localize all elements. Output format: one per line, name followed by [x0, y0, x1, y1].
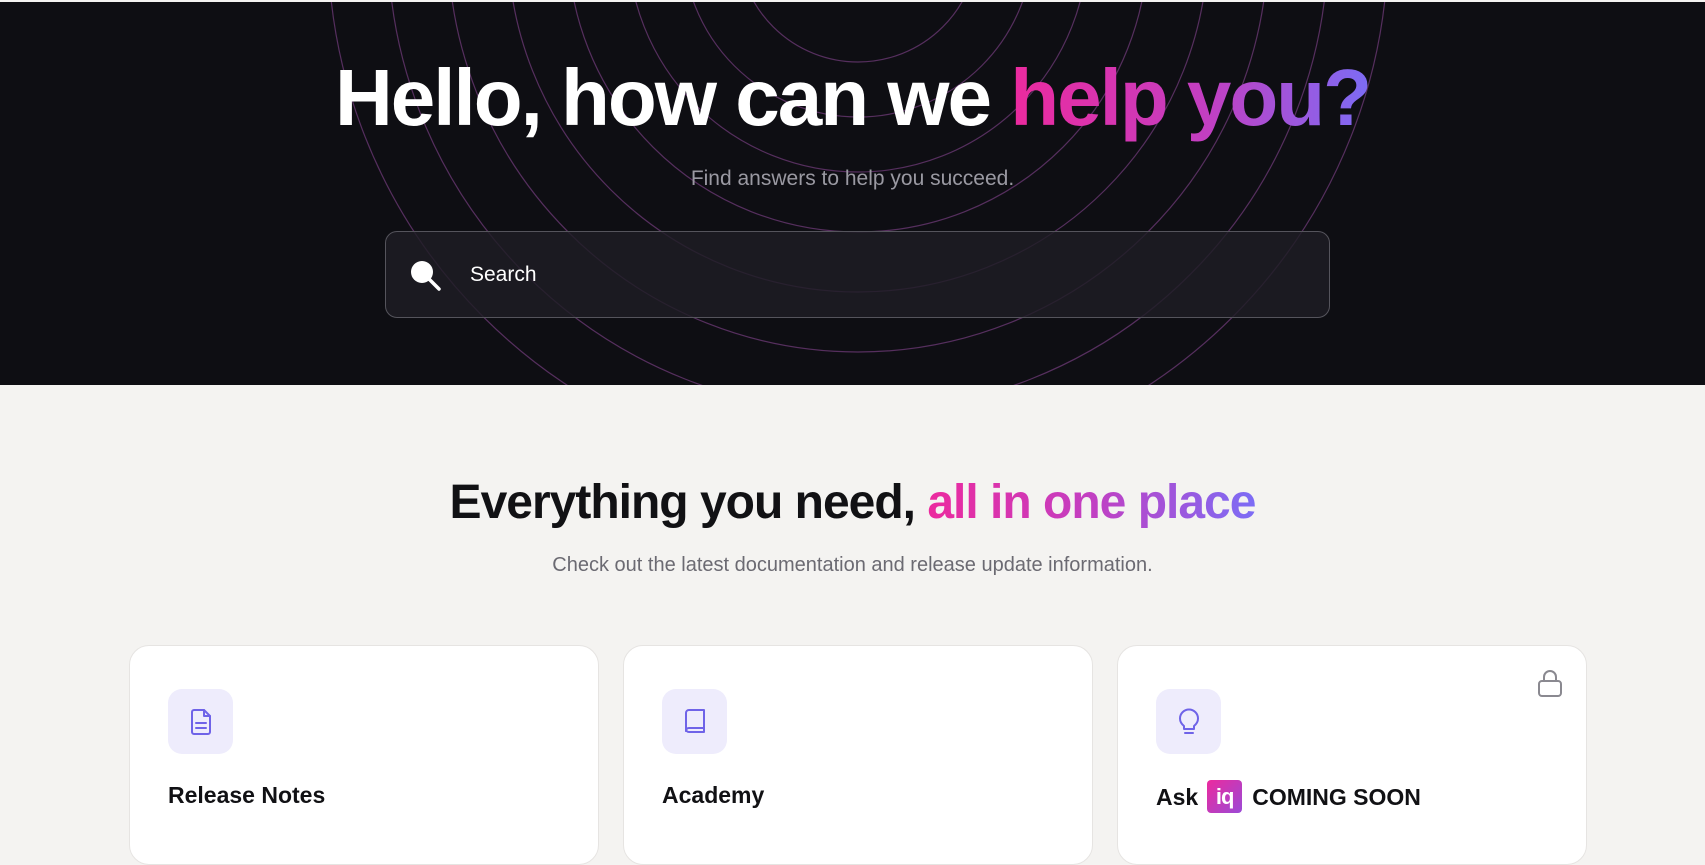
- book-icon: [684, 708, 705, 733]
- coming-soon-label: COMING SOON: [1252, 783, 1421, 810]
- page-title: Hello, how can we help you?: [0, 50, 1705, 146]
- search-bar[interactable]: [385, 231, 1330, 318]
- search-icon: [411, 261, 441, 291]
- document-icon: [190, 708, 211, 735]
- card-title: Release Notes: [168, 782, 326, 808]
- section-title-highlight: all in one place: [927, 476, 1256, 529]
- section-subtitle: Check out the latest documentation and r…: [552, 554, 1153, 576]
- card-release-notes[interactable]: Release Notes: [129, 645, 599, 865]
- lightbulb-icon: [1178, 708, 1199, 734]
- page-title-plain: Hello, how can we: [334, 53, 1011, 142]
- card-ask-iq[interactable]: Ask iq COMING SOON: [1117, 645, 1587, 865]
- card-icon-tile: [662, 689, 727, 754]
- card-academy[interactable]: Academy: [623, 645, 1093, 865]
- page-subtitle: Find answers to help you succeed.: [690, 167, 1015, 190]
- lock-icon: [1538, 670, 1562, 697]
- iq-logo-badge: iq: [1207, 780, 1243, 813]
- card-icon-tile: [1156, 689, 1221, 754]
- section-title-plain: Everything you need,: [449, 476, 928, 529]
- card-icon-tile: [168, 689, 233, 754]
- card-title: Ask iq COMING SOON: [1156, 780, 1421, 813]
- hero-section: Hello, how can we help you? Find answers…: [0, 2, 1705, 385]
- card-title-prefix: Ask: [1156, 783, 1199, 810]
- section-title: Everything you need, all in one place: [0, 474, 1705, 532]
- page-title-highlight: help you?: [1010, 53, 1372, 142]
- search-input[interactable]: [468, 256, 1308, 294]
- card-title: Academy: [662, 782, 765, 808]
